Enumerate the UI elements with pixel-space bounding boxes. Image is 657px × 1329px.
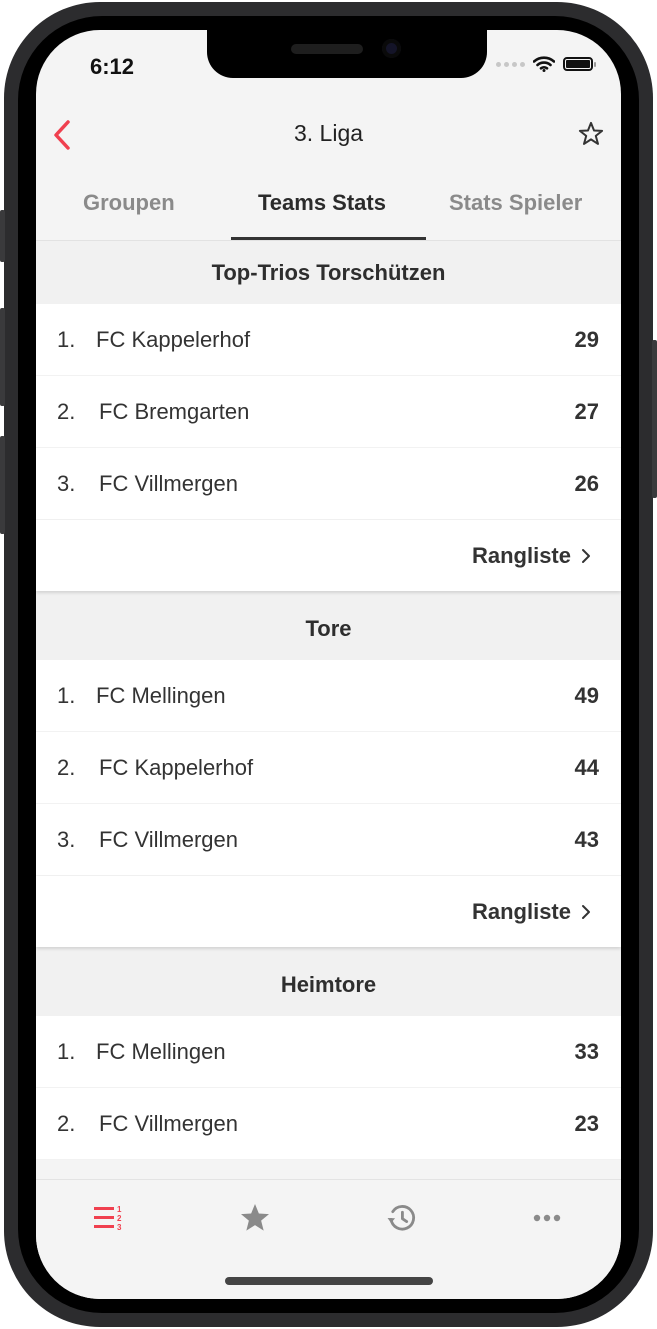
tab-groupen[interactable]: Groupen — [83, 190, 175, 216]
rangliste-link[interactable]: Rangliste — [36, 520, 621, 591]
screen: 6:12 3. Liga Groupen Teams Stats Stats S… — [36, 30, 621, 1299]
table-row[interactable]: 3. FC Villmergen 43 — [36, 804, 621, 876]
tabbar-favorites[interactable] — [235, 1198, 275, 1238]
stat-value: 33 — [574, 1038, 599, 1064]
segment-tabs: Groupen Teams Stats Stats Spieler — [36, 170, 621, 241]
page-title: 3. Liga — [293, 120, 364, 146]
more-icon — [533, 1214, 561, 1222]
rank: 3. — [57, 826, 76, 852]
stat-value: 49 — [574, 682, 599, 708]
section-header: Tore — [36, 597, 621, 660]
stat-value: 29 — [574, 326, 599, 352]
chevron-right-icon — [582, 904, 590, 919]
team-name: FC Villmergen — [99, 826, 238, 852]
table-row[interactable]: 2. FC Villmergen 23 — [36, 1088, 621, 1160]
team-name: FC Villmergen — [99, 1110, 238, 1136]
volume-up-button — [0, 308, 5, 406]
power-button — [652, 340, 657, 498]
speaker — [291, 44, 363, 54]
rank: 2. — [57, 754, 76, 780]
tab-teams-stats[interactable]: Teams Stats — [258, 190, 386, 216]
tabbar-more[interactable] — [527, 1198, 567, 1238]
team-name: FC Kappelerhof — [99, 754, 254, 780]
rank: 1. — [57, 326, 76, 352]
stat-value: 44 — [574, 754, 599, 780]
table-row[interactable]: 1. FC Kappelerhof 29 — [36, 304, 621, 376]
rank: 2. — [57, 1110, 76, 1136]
home-indicator[interactable] — [225, 1277, 433, 1285]
stats-list[interactable]: Top-Trios Torschützen 1. FC Kappelerhof … — [36, 241, 621, 1179]
stat-value: 43 — [574, 826, 599, 852]
ranking-list-icon: 1 2 3 — [94, 1205, 122, 1232]
table-row[interactable]: 1. FC Mellingen 49 — [36, 660, 621, 732]
volume-down-button — [0, 436, 5, 534]
rank: 1. — [57, 682, 76, 708]
signal-icon — [496, 61, 525, 67]
stat-value: 23 — [574, 1110, 599, 1136]
team-name: FC Villmergen — [99, 470, 238, 496]
section-header: Top-Trios Torschützen — [36, 241, 621, 304]
svg-text:2: 2 — [117, 1214, 122, 1223]
mute-switch — [0, 210, 5, 262]
svg-text:1: 1 — [117, 1205, 122, 1214]
active-tab-indicator — [231, 237, 426, 240]
table-row[interactable]: 2. FC Bremgarten 27 — [36, 376, 621, 448]
status-time: 6:12 — [90, 54, 135, 79]
rangliste-link[interactable]: Rangliste — [36, 876, 621, 947]
team-name: FC Kappelerhof — [96, 326, 251, 352]
team-name: FC Mellingen — [96, 1038, 226, 1064]
chevron-right-icon — [582, 548, 590, 563]
table-row[interactable]: 2. FC Kappelerhof 44 — [36, 732, 621, 804]
svg-text:3: 3 — [117, 1223, 122, 1232]
star-icon — [241, 1204, 269, 1231]
status-icons — [496, 56, 596, 72]
stat-value: 26 — [574, 470, 599, 496]
rangliste-label: Rangliste — [471, 898, 571, 924]
section-header: Heimtore — [36, 953, 621, 1016]
wifi-icon — [533, 56, 555, 72]
team-name: FC Bremgarten — [99, 398, 250, 424]
battery-icon — [563, 57, 596, 71]
notch — [207, 30, 487, 78]
history-icon — [387, 1205, 415, 1231]
stat-value: 27 — [574, 398, 599, 424]
favorite-star-icon[interactable] — [577, 120, 605, 148]
team-name: FC Mellingen — [96, 682, 226, 708]
tab-stats-spieler[interactable]: Stats Spieler — [449, 190, 582, 216]
table-row[interactable]: 1. FC Mellingen 33 — [36, 1016, 621, 1088]
navbar: 3. Liga — [36, 110, 621, 160]
rank: 1. — [57, 1038, 76, 1064]
tabbar-rankings[interactable]: 1 2 3 — [89, 1198, 129, 1238]
rangliste-label: Rangliste — [471, 542, 571, 568]
tabbar-history[interactable] — [381, 1198, 421, 1238]
table-row[interactable]: 3. FC Villmergen 26 — [36, 448, 621, 520]
rank: 2. — [57, 398, 76, 424]
rank: 3. — [57, 470, 76, 496]
camera — [382, 39, 401, 58]
